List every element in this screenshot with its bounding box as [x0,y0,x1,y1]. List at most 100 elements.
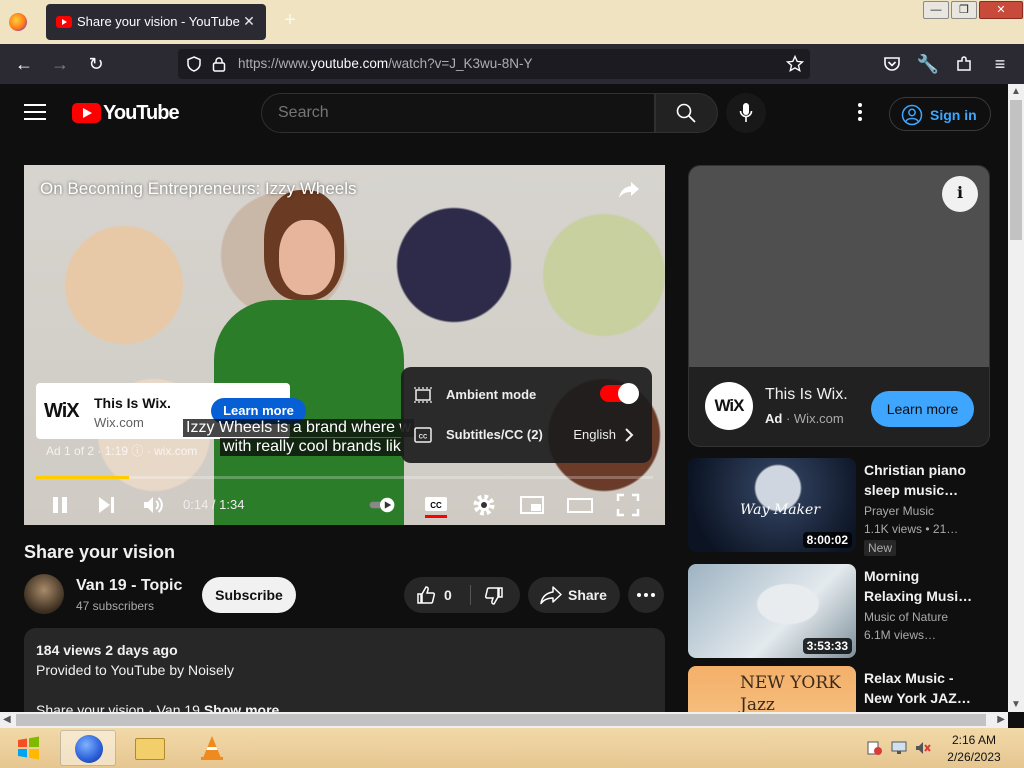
recommendation-channel[interactable]: Prayer Music [864,504,934,518]
like-button[interactable]: 0 [404,577,470,613]
network-icon[interactable] [890,740,908,756]
scroll-left-icon[interactable]: ◀ [3,714,11,725]
clock-time[interactable]: 2:16 AM [944,733,1004,747]
account-icon [901,104,923,126]
search-icon [676,103,696,123]
sidebar-ad-panel[interactable]: i WiX This Is Wix. Ad · Wix.com Learn mo… [688,165,990,447]
window-close-icon[interactable]: ✕ [979,1,1023,19]
subtitle-line-2: with really cool brands lik [220,438,404,456]
ambient-mode-icon [414,387,432,403]
taskbar-explorer[interactable] [121,730,177,766]
autoplay-toggle-icon[interactable] [368,489,400,521]
recommendation-title[interactable]: Christian piano sleep music… [864,460,980,500]
share-icon [540,586,562,605]
svg-text:CC: CC [430,501,442,510]
recommendation-thumbnail[interactable]: NEW YORK Jazz [688,666,856,712]
subscribe-button[interactable]: Subscribe [202,577,296,613]
sign-in-button[interactable]: Sign in [889,97,991,131]
settings-more-icon[interactable] [850,103,870,123]
channel-avatar[interactable] [24,574,64,614]
dislike-button[interactable] [474,577,520,613]
share-button[interactable]: Share [528,577,620,613]
firefox-icon[interactable] [9,13,27,31]
horizontal-scrollbar[interactable]: ◀ ▶ [0,712,1008,728]
ad-panel-learn-more-button[interactable]: Learn more [871,391,974,427]
fullscreen-icon[interactable] [612,489,644,521]
thumbnail-text: NEW YORK Jazz [740,673,841,712]
ambient-mode-row[interactable]: Ambient mode [401,375,652,415]
player-video-title[interactable]: On Becoming Entrepreneurs: Izzy Wheels [40,179,357,199]
progress-bar[interactable] [36,476,653,479]
window-controls: — ❐ ✕ [922,0,1024,22]
player-controls: 0:14 / 1:34 CC [24,485,665,525]
vlc-cone-icon [201,736,223,760]
voice-search-button[interactable] [726,93,766,133]
new-tab-icon[interactable]: + [280,10,300,30]
back-icon[interactable]: ← [12,52,36,76]
address-bar[interactable]: https://www.youtube.com/watch?v=J_K3wu-8… [178,49,810,79]
bookmark-star-icon[interactable] [786,55,804,73]
browser-tab[interactable]: Share your vision - YouTube ✕ [46,4,266,40]
wrench-icon[interactable]: 🔧 [916,52,940,76]
ad-info: Ad 1 of 2 · 1:19 ⓘ · wix.com [46,444,198,458]
recommendation-title[interactable]: Relax Music - New York JAZ… [864,668,980,708]
reload-icon[interactable]: ↻ [84,52,108,76]
theater-mode-icon[interactable] [564,489,596,521]
volume-icon[interactable] [137,489,169,521]
minimize-icon[interactable]: — [923,1,949,19]
menu-icon[interactable]: ≡ [988,52,1012,76]
recommendation-title[interactable]: Morning Relaxing Musi… [864,566,980,606]
subtitles-row[interactable]: CC Subtitles/CC (2) English [401,415,652,455]
recommendation-thumbnail[interactable]: Way Maker 8:00:02 [688,458,856,552]
next-icon[interactable] [90,489,122,521]
view-stats: 184 views 2 days ago [36,642,178,658]
search-input[interactable] [278,102,638,124]
vertical-scrollbar[interactable]: ▲ ▼ [1008,84,1024,712]
pocket-icon[interactable] [883,56,901,72]
action-center-icon[interactable] [866,740,882,756]
settings-gear-icon[interactable] [468,489,500,521]
scroll-right-icon[interactable]: ▶ [997,714,1005,725]
scroll-up-icon[interactable]: ▲ [1011,86,1021,97]
close-tab-icon[interactable]: ✕ [240,12,258,30]
volume-muted-icon[interactable] [914,740,932,756]
ad-info-icon[interactable]: i [942,176,978,212]
recommendation-item[interactable]: NEW YORK Jazz Relax Music - New York JAZ… [688,666,1008,712]
miniplayer-icon[interactable] [516,489,548,521]
vertical-scroll-thumb[interactable] [1010,100,1022,240]
horizontal-scroll-thumb[interactable] [16,714,986,726]
more-actions-button[interactable] [628,577,664,613]
player-share-icon[interactable] [617,178,641,202]
extensions-icon[interactable] [955,55,973,73]
video-player[interactable]: On Becoming Entrepreneurs: Izzy Wheels W… [24,165,665,525]
url-text[interactable]: https://www.youtube.com/watch?v=J_K3wu-8… [238,56,533,71]
windows-start-icon[interactable] [6,731,50,765]
thumbs-up-icon [417,586,436,604]
video-duration: 3:53:33 [802,638,852,654]
captions-icon[interactable]: CC [420,489,452,521]
recommendation-thumbnail[interactable]: 3:53:33 [688,564,856,658]
recommendation-item[interactable]: Way Maker 8:00:02 Christian piano sleep … [688,458,1008,556]
video-title: Share your vision [24,542,176,562]
search-button[interactable] [655,93,718,133]
scroll-down-icon[interactable]: ▼ [1011,699,1021,710]
player-settings-menu: Ambient mode CC Subtitles/CC (2) English [401,367,652,463]
forward-icon[interactable]: → [48,52,72,76]
subtitles-icon: CC [414,427,432,443]
taskbar-firefox[interactable] [60,730,116,766]
recommendation-channel[interactable]: Music of Nature [864,610,948,624]
clock-date[interactable]: 2/26/2023 [944,750,1004,764]
restore-icon[interactable]: ❐ [951,1,977,19]
guide-menu-icon[interactable] [24,104,46,120]
youtube-logo[interactable]: YouTube [72,102,180,124]
recommendation-item[interactable]: 3:53:33 Morning Relaxing Musi… Music of … [688,564,1008,658]
youtube-favicon-icon [56,16,72,28]
taskbar-vlc[interactable] [184,730,240,766]
channel-name[interactable]: Van 19 - Topic [76,577,182,595]
shield-icon[interactable] [186,56,202,72]
firefox-taskbar-icon [75,735,103,763]
chevron-right-icon [625,428,634,442]
ambient-mode-toggle[interactable] [600,383,639,404]
pause-icon[interactable] [44,489,76,521]
lock-icon[interactable] [212,56,226,72]
